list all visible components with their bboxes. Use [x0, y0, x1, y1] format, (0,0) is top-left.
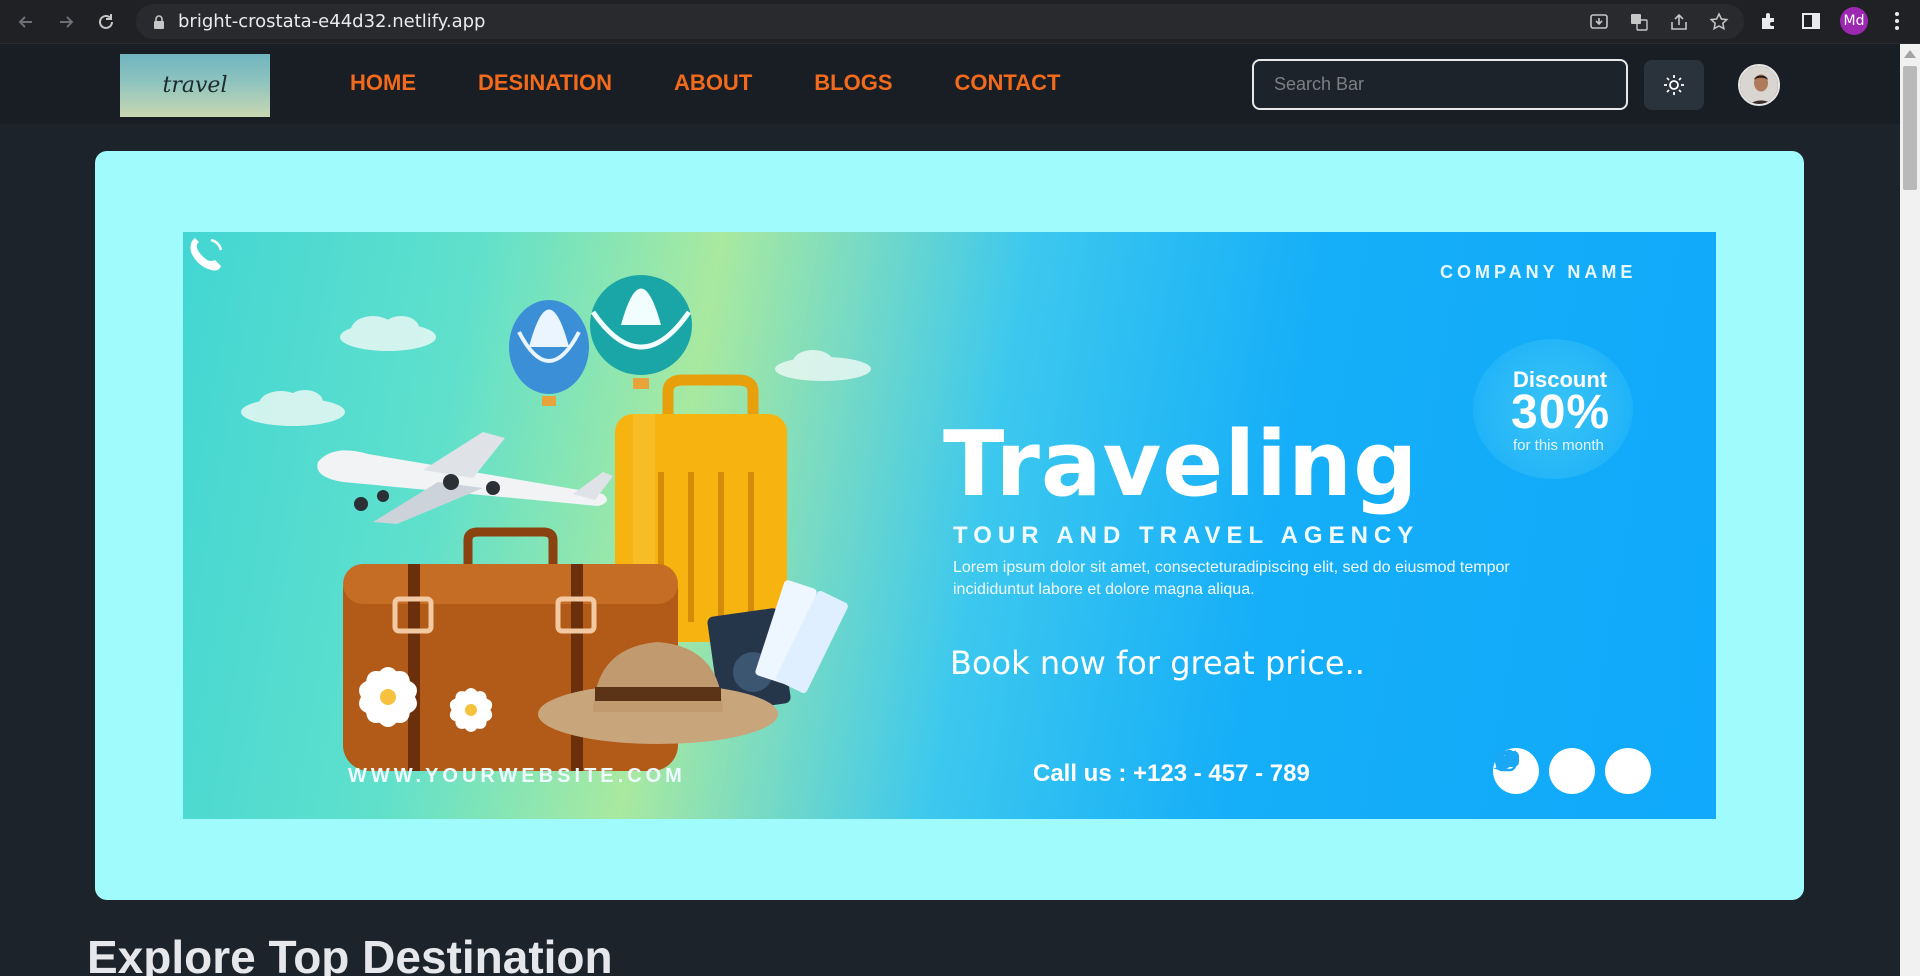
nav-contact[interactable]: CONTACT [955, 70, 1061, 96]
youtube-icon[interactable] [1495, 748, 1595, 794]
sun-icon [1664, 75, 1684, 95]
site-header: travel HOME DESINATION ABOUT BLOGS CONTA… [0, 44, 1900, 124]
nav-destination[interactable]: DESINATION [478, 70, 612, 96]
scrollbar-thumb[interactable] [1903, 66, 1917, 190]
scroll-up-arrow-icon[interactable] [1904, 50, 1916, 58]
site-logo[interactable]: travel [120, 54, 270, 117]
hero-description: Lorem ipsum dolor sit amet, consectetura… [953, 559, 1510, 598]
reload-icon[interactable] [86, 2, 126, 42]
banner-illustration [241, 275, 871, 771]
social-links [1493, 748, 1651, 794]
address-bar[interactable]: bright-crostata-e44d32.netlify.app [136, 4, 1744, 39]
profile-avatar[interactable]: Md [1840, 7, 1868, 35]
nav-about[interactable]: ABOUT [674, 70, 752, 96]
discount-subtext: for this month [1513, 437, 1604, 454]
back-icon[interactable] [6, 2, 46, 42]
side-panel-icon[interactable] [1798, 6, 1824, 36]
search-input[interactable] [1252, 59, 1628, 110]
translate-icon[interactable] [1628, 11, 1650, 33]
main-nav: HOME DESINATION ABOUT BLOGS CONTACT [350, 70, 1060, 96]
theme-toggle-button[interactable] [1644, 60, 1704, 110]
company-name: COMPANY NAME [1440, 262, 1637, 282]
extensions-icon[interactable] [1756, 6, 1782, 36]
nav-home[interactable]: HOME [350, 70, 416, 96]
website-text: WWW.YOURWEBSITE.COM [348, 765, 686, 787]
hero-tagline: TOUR AND TRAVEL AGENCY [953, 522, 1420, 549]
discount-value: 30% [1511, 386, 1611, 439]
forward-icon[interactable] [46, 2, 86, 42]
lock-icon [154, 14, 164, 29]
twitter-icon[interactable] [1493, 748, 1651, 794]
phone-icon [190, 238, 223, 271]
share-icon[interactable] [1668, 11, 1690, 33]
nav-blogs[interactable]: BLOGS [814, 70, 892, 96]
bookmark-star-icon[interactable] [1708, 11, 1730, 33]
call-text: Call us : +123 - 457 - 789 [1033, 760, 1310, 787]
hero-cta-text: Book now for great price.. [950, 644, 1365, 682]
more-menu-icon[interactable] [1884, 6, 1910, 36]
section-title: Explore Top Destination [87, 931, 613, 976]
hero-banner: COMPANY NAME Discount 30% for this month… [183, 232, 1716, 819]
url-text: bright-crostata-e44d32.netlify.app [178, 11, 486, 32]
install-app-icon[interactable] [1588, 11, 1610, 33]
hero-headline: Traveling [943, 412, 1419, 517]
user-avatar[interactable] [1738, 64, 1780, 106]
hero-section: COMPANY NAME Discount 30% for this month… [95, 151, 1804, 900]
browser-toolbar: bright-crostata-e44d32.netlify.app Md [0, 0, 1920, 44]
logo-text: travel [162, 73, 228, 98]
